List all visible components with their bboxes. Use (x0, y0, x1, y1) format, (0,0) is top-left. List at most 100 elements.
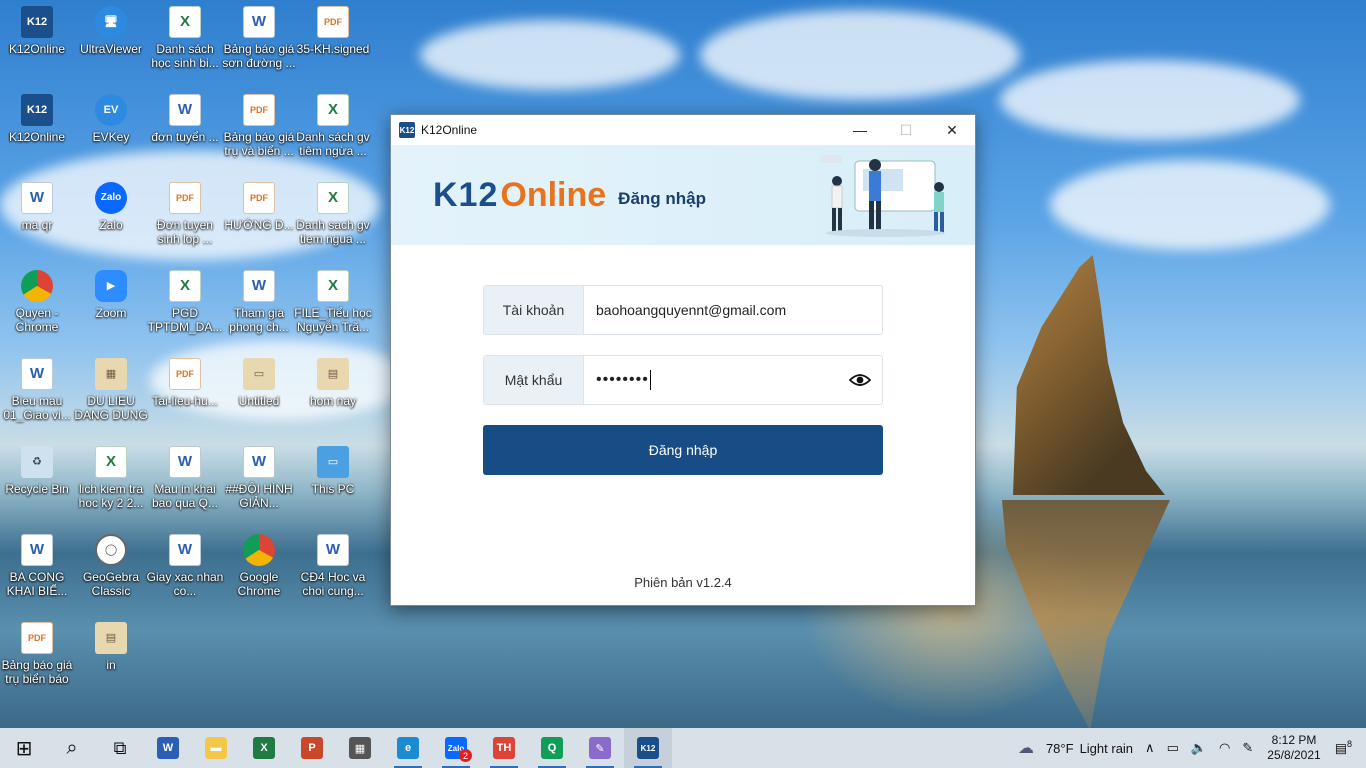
word-file-icon: W (21, 358, 53, 390)
search-icon: ⌕ (66, 736, 78, 759)
desktop-icon-label: in (106, 658, 116, 672)
show-password-eye-icon[interactable] (838, 356, 882, 404)
username-field[interactable]: Tài khoản baohoangquyennt@gmail.com (483, 285, 883, 335)
search-button[interactable]: ⌕ (48, 728, 96, 768)
desktop-icon-label: ma qr (21, 218, 53, 232)
desktop-icon[interactable]: W Bảng báo giá sơn đường ... (219, 6, 299, 70)
chevron-up-icon[interactable]: ∧ (1145, 740, 1155, 756)
taskbar-app-paint[interactable]: ✎ (576, 728, 624, 768)
desktop-icon[interactable]: X Danh sách gv tiêm ngừa ... (293, 94, 373, 158)
desktop-icon[interactable]: ◯ GeoGebra Classic (71, 534, 151, 598)
login-form: Tài khoản baohoangquyennt@gmail.com Mật … (483, 285, 883, 475)
img-file-icon: ▦ (95, 358, 127, 390)
taskbar-app-word[interactable]: W (144, 728, 192, 768)
desktop-icon-label: 35-KH.signed (296, 42, 370, 56)
desktop-icon-label: ##ĐỘI HÌNH GIẢN... (225, 482, 293, 510)
clock[interactable]: 8:12 PM 25/8/2021 (1267, 733, 1320, 763)
desktop-icon[interactable]: ▤ hom nay (293, 358, 373, 408)
taskbar-app-chrome-q[interactable]: Q (528, 728, 576, 768)
desktop-icon[interactable]: K12 K12Online (0, 6, 77, 56)
desktop-icon-label: Đơn tuyen sinh lop ... (157, 218, 213, 246)
notification-icon[interactable]: ▤8 (1335, 739, 1352, 756)
edge-icon: e (397, 737, 419, 759)
taskbar-app-zalo[interactable]: Zalo 2 (432, 728, 480, 768)
desktop-icon[interactable]: X Danh sách học sinh bi... (145, 6, 225, 70)
desktop-icon[interactable]: W CĐ4 Hoc va choi cung... (293, 534, 373, 598)
zalo-file-icon: Zalo (95, 182, 127, 214)
password-input[interactable]: •••••••• (584, 356, 838, 404)
desktop-icon-label: Danh sách học sinh bi... (151, 42, 219, 70)
task-view-button[interactable]: ⧉ (96, 728, 144, 768)
start-button[interactable]: ⊞ (0, 728, 48, 768)
chrome-q-icon: Q (541, 737, 563, 759)
desktop-icon[interactable]: X PGD TPTDM_DA... (145, 270, 225, 334)
excel-file-icon: X (169, 270, 201, 302)
desktop-icon[interactable]: PDF Đơn tuyen sinh lop ... (145, 182, 225, 246)
taskbar-app-k12online[interactable]: K12 (624, 728, 672, 768)
desktop-icon[interactable]: W Bieu mau 01_Giao vi... (0, 358, 77, 422)
desktop-icon-label: K12Online (8, 130, 66, 144)
window-title: K12Online (421, 123, 478, 137)
taskbar-app-store[interactable]: ▦ (336, 728, 384, 768)
desktop-icon-label: Bảng báo giá trụ và biển ... (223, 130, 295, 158)
pdf-file-icon: PDF (169, 182, 201, 214)
desktop-icon[interactable]: Quyen - Chrome (0, 270, 77, 334)
minimize-button[interactable]: — (837, 115, 883, 145)
volume-icon[interactable]: 🔈 (1191, 740, 1207, 756)
desktop-icon[interactable]: ▶ Zoom (71, 270, 151, 320)
k12-app-icon: K12 (399, 122, 415, 138)
taskbar-app-chrome-th[interactable]: TH (480, 728, 528, 768)
taskbar-app-excel[interactable]: X (240, 728, 288, 768)
desktop-icon[interactable]: ▦ DU LIEU DANG DUNG (71, 358, 151, 422)
desktop-icon[interactable]: ▤ in (71, 622, 151, 672)
desktop-icon[interactable]: W Giay xac nhan co... (145, 534, 225, 598)
taskbar-app-edge[interactable]: e (384, 728, 432, 768)
maximize-button[interactable]: ☐ (883, 115, 929, 145)
desktop-icon[interactable]: ▭ Untitled (219, 358, 299, 408)
desktop-icon-label: Google Chrome (237, 570, 281, 598)
desktop-icon[interactable]: PDF 35-KH.signed (293, 6, 373, 56)
password-field[interactable]: Mật khẩu •••••••• (483, 355, 883, 405)
text-caret (649, 370, 651, 390)
app-file-icon: EV (95, 94, 127, 126)
desktop-icon[interactable]: Google Chrome (219, 534, 299, 598)
login-button[interactable]: Đăng nhập (483, 425, 883, 475)
weather-text[interactable]: Light rain (1080, 741, 1133, 756)
k12online-icon: K12 (637, 737, 659, 759)
excel-file-icon: X (317, 270, 349, 302)
desktop-icon[interactable]: W Tham gia phong ch... (219, 270, 299, 334)
desktop-icon[interactable]: PDF Bảng báo giá trụ biển báo (0, 622, 77, 686)
clock-date: 25/8/2021 (1267, 748, 1321, 762)
desktop-icon[interactable]: W BA CONG KHAI BIỂ... (0, 534, 77, 598)
title-bar[interactable]: K12 K12Online — ☐ ✕ (391, 115, 975, 145)
close-button[interactable]: ✕ (929, 115, 975, 145)
k12online-window[interactable]: K12 K12Online — ☐ ✕ K12 Online Đăng nhập (390, 114, 976, 606)
desktop-icon[interactable]: 🖥 UltraViewer (71, 6, 151, 56)
desktop-icon[interactable]: ▭ This PC (293, 446, 373, 496)
desktop-icon[interactable]: W ##ĐỘI HÌNH GIẢN... (219, 446, 299, 510)
desktop-icon[interactable]: Wma qr (0, 182, 77, 232)
desktop-icon[interactable]: W Mau in khai bao qua Q... (145, 446, 225, 510)
taskbar-app-explorer[interactable]: ▬ (192, 728, 240, 768)
battery-icon[interactable]: ▭ (1167, 740, 1179, 756)
desktop-icon[interactable]: X FILE_Tiểu học Nguyễn Trã... (293, 270, 373, 334)
desktop-icon[interactable]: ♻ Recycle Bin (0, 446, 77, 496)
desktop-icon[interactable]: EV EVKey (71, 94, 151, 144)
desktop-icon[interactable]: PDF Tai-lieu-hu... (145, 358, 225, 408)
desktop-icon[interactable]: PDF HƯỚNG D... (219, 182, 299, 232)
desktop-icon[interactable]: K12 K12Online (0, 94, 77, 144)
desktop-icon[interactable]: X Danh sach gv tiem ngua ... (293, 182, 373, 246)
username-input[interactable]: baohoangquyennt@gmail.com (584, 286, 882, 334)
desktop-icon[interactable]: PDF Bảng báo giá trụ và biển ... (219, 94, 299, 158)
desktop-icon[interactable]: Xlich kiem tra hoc ky 2 2... (71, 446, 151, 510)
weather-temp[interactable]: 78°F (1046, 741, 1074, 756)
wifi-icon[interactable]: ◠ (1219, 740, 1230, 756)
desktop-icon[interactable]: Zalo Zalo (71, 182, 151, 232)
word-file-icon: W (169, 94, 201, 126)
desktop-icon[interactable]: Wđơn tuyển ... (145, 94, 225, 144)
login-banner: K12 Online Đăng nhập (391, 145, 975, 245)
notification-count: 8 (1346, 739, 1352, 750)
taskbar-app-powerpoint[interactable]: P (288, 728, 336, 768)
weather-cloud-icon[interactable]: ☁ (1018, 738, 1034, 758)
pen-icon[interactable]: ✎ (1242, 740, 1253, 756)
